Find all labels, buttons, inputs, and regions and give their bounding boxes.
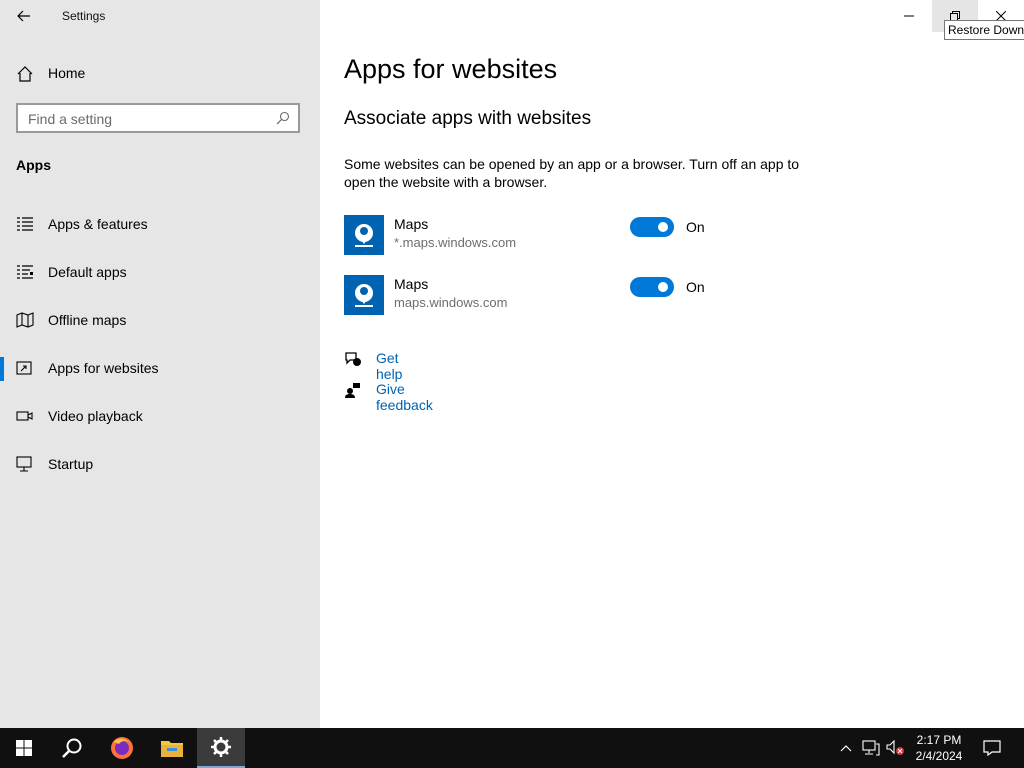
start-icon	[16, 740, 32, 756]
search-icon	[276, 111, 290, 125]
search-placeholder: Find a setting	[28, 111, 113, 127]
firefox-icon	[111, 737, 133, 759]
section-title-apps: Apps	[16, 157, 51, 173]
sidebar-item-label: Apps for websites	[48, 360, 159, 376]
toggle-state-label: On	[686, 219, 705, 235]
taskbar-clock[interactable]: 2:17 PM 2/4/2024	[906, 732, 972, 764]
start-button[interactable]	[0, 728, 48, 768]
home-icon	[17, 66, 33, 82]
toggle-knob	[658, 222, 668, 232]
sidebar-item-label: Offline maps	[48, 312, 127, 328]
window-title: Settings	[62, 9, 106, 23]
volume-tray-button[interactable]	[884, 728, 906, 768]
back-arrow-icon	[17, 10, 30, 22]
feedback-icon	[345, 383, 360, 398]
app-name: Maps	[394, 216, 429, 232]
sidebar-item-apps-features[interactable]: Apps & features	[0, 205, 320, 245]
main-content: Apps for websites Associate apps with we…	[320, 0, 1024, 728]
sidebar-item-startup[interactable]: Startup	[0, 445, 320, 485]
file-explorer-icon	[161, 741, 183, 757]
firefox-taskbar-button[interactable]	[98, 728, 146, 768]
maps-icon	[355, 224, 373, 247]
home-label: Home	[48, 65, 86, 81]
sidebar-item-default-apps[interactable]: Default apps	[0, 253, 320, 293]
active-indicator	[0, 357, 4, 381]
show-hidden-icons-button[interactable]	[836, 728, 856, 768]
description-text: Some websites can be opened by an app or…	[344, 156, 800, 190]
search-icon	[62, 738, 82, 758]
apps-features-icon	[17, 217, 33, 231]
toggle-state-label: On	[686, 279, 705, 295]
maps-website-toggle[interactable]	[630, 217, 674, 237]
toggle-knob	[658, 282, 668, 292]
app-website-row: Maps *.maps.windows.com On	[344, 215, 744, 255]
find-setting-search-input[interactable]: Find a setting	[16, 103, 300, 133]
sidebar-item-offline-maps[interactable]: Offline maps	[0, 301, 320, 341]
clock-date: 2/4/2024	[915, 749, 963, 763]
notification-icon	[983, 740, 1001, 756]
sidebar-item-video-playback[interactable]: Video playback	[0, 397, 320, 437]
chevron-up-icon	[840, 745, 852, 752]
taskbar-search-button[interactable]	[48, 728, 96, 768]
video-playback-icon	[16, 411, 33, 421]
volume-muted-icon	[886, 740, 904, 755]
sidebar-item-label: Startup	[48, 456, 94, 472]
settings-icon	[211, 737, 231, 757]
sidebar-item-label: Apps & features	[48, 216, 148, 232]
apps-websites-icon	[16, 361, 32, 375]
offline-maps-icon	[16, 312, 34, 328]
startup-icon	[16, 456, 32, 472]
app-website-row: Maps maps.windows.com On	[344, 275, 744, 315]
action-center-button[interactable]	[978, 728, 1006, 768]
home-nav-item[interactable]: Home	[0, 56, 320, 90]
taskbar: 2:17 PM 2/4/2024	[0, 728, 1024, 768]
app-name: Maps	[394, 276, 429, 292]
app-website-url: maps.windows.com	[394, 295, 508, 310]
sidebar-item-apps-for-websites[interactable]: Apps for websites	[0, 349, 320, 389]
maps-app-tile	[344, 275, 384, 315]
maps-icon	[355, 284, 373, 307]
maps-website-toggle[interactable]	[630, 277, 674, 297]
app-website-url: *.maps.windows.com	[394, 235, 517, 250]
sidebar-item-label: Video playback	[48, 408, 143, 424]
sidebar-item-label: Default apps	[48, 264, 127, 280]
clock-time: 2:17 PM	[916, 733, 962, 747]
maps-app-tile	[344, 215, 384, 255]
page-title: Apps for websites	[344, 54, 558, 84]
network-icon	[862, 740, 880, 756]
help-icon	[345, 352, 361, 366]
minimize-button[interactable]	[886, 0, 932, 32]
file-explorer-taskbar-button[interactable]	[148, 728, 196, 768]
settings-taskbar-button[interactable]	[197, 728, 245, 768]
give-feedback-label: Give feedback	[376, 381, 433, 413]
minimize-icon	[904, 15, 914, 17]
back-button[interactable]	[8, 0, 40, 32]
default-apps-icon	[17, 265, 33, 279]
settings-sidebar: Settings Home Find a setting Apps Apps &…	[0, 0, 320, 728]
get-help-label: Get help	[376, 350, 403, 382]
network-tray-button[interactable]	[860, 728, 882, 768]
restore-down-tooltip: Restore Down	[944, 20, 1024, 40]
section-heading: Associate apps with websites	[344, 108, 592, 129]
